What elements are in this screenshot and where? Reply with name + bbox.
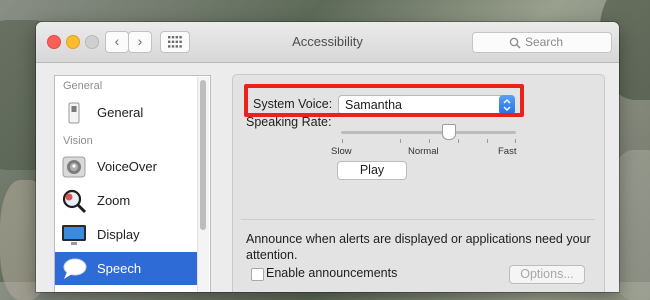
sidebar-item-label: VoiceOver [97,159,157,174]
rate-fast-label: Fast [498,146,517,157]
slider-knob[interactable] [441,124,456,140]
slider-tick [515,139,516,143]
sidebar-item-label: Zoom [97,193,131,208]
slider-tick [487,139,488,143]
search-icon [509,37,521,49]
preferences-window: ‹ › Accessibility Search General General… [36,22,619,292]
search-placeholder: Search [525,35,564,49]
general-switch-icon [68,102,80,124]
panel-divider [241,219,595,220]
sidebar-section-general: General [63,80,103,92]
slider-tick [400,139,401,143]
sidebar-item-label: Speech [97,261,142,276]
rate-slow-label: Slow [331,146,352,157]
scrollbar-thumb[interactable] [200,80,206,230]
voiceover-icon [62,156,86,178]
slider-tick [458,139,459,143]
display-monitor-icon [62,225,86,245]
sidebar-section-vision: Vision [63,135,93,147]
sidebar-item-display[interactable]: Display [55,218,198,251]
sidebar-item-speech[interactable]: Speech [55,252,198,285]
enable-announcements-checkbox[interactable] [251,268,264,281]
speaking-rate-slider[interactable] [341,131,516,134]
rate-normal-label: Normal [408,146,439,157]
zoom-magnifier-icon [62,189,87,214]
sidebar-item-zoom[interactable]: Zoom [55,184,198,217]
speaking-rate-label: Speaking Rate: [246,115,332,129]
slider-tick [429,139,430,143]
title-bar: ‹ › Accessibility Search [36,22,619,63]
search-field[interactable]: Search [472,32,612,53]
sidebar-item-voiceover[interactable]: VoiceOver [55,150,198,183]
system-voice-highlight-box [244,84,524,117]
sidebar-item-label: Display [97,227,140,242]
options-button[interactable]: Options... [509,265,585,284]
announce-description: Announce when alerts are displayed or ap… [246,231,596,263]
sidebar-list[interactable]: General General Vision VoiceOver Zoom Di… [54,75,211,292]
play-button[interactable]: Play [337,161,407,180]
sidebar-item-label: General [97,105,144,120]
announce-text-line1: Announce when alerts are displayed or ap… [246,232,591,246]
slider-tick [342,139,343,143]
enable-announcements-label[interactable]: Enable announcements [266,266,397,280]
announce-text-line2: attention. [246,248,298,262]
sidebar-scrollbar[interactable] [197,77,209,292]
speech-bubble-icon [63,258,87,279]
sidebar-item-general[interactable]: General [55,96,198,129]
